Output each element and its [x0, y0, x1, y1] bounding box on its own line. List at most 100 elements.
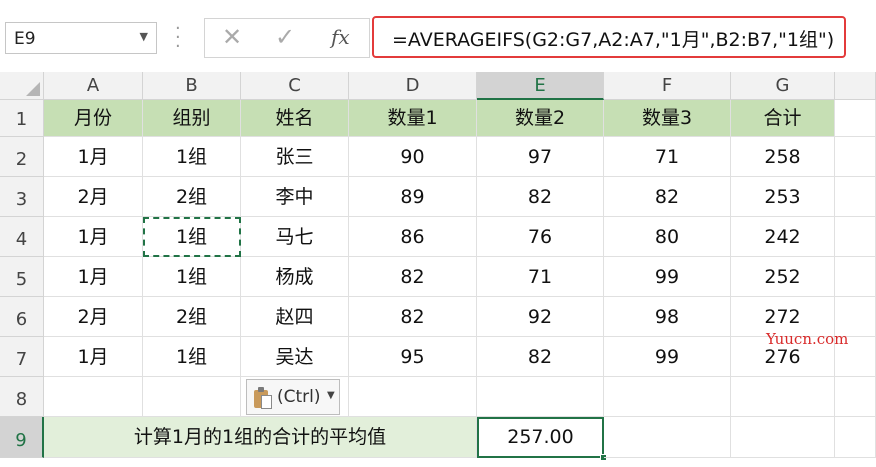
row-header-4[interactable]: 4 — [0, 217, 44, 257]
header-cell-d1[interactable]: 数量1 — [349, 100, 477, 137]
table-cell-d4[interactable]: 86 — [349, 217, 477, 257]
row-number[interactable]: 9 — [0, 430, 42, 451]
table-cell-f3[interactable]: 82 — [604, 177, 731, 217]
paste-options-button[interactable]: (Ctrl) ▼ — [246, 379, 340, 415]
empty-cell[interactable] — [44, 377, 143, 417]
table-cell-f5[interactable]: 99 — [604, 257, 731, 297]
empty-cell[interactable] — [477, 377, 604, 417]
column-header-g[interactable]: G — [731, 72, 835, 100]
row-header-9[interactable]: 9 — [0, 417, 44, 458]
column-header-a[interactable]: A — [44, 72, 143, 100]
chevron-down-icon[interactable]: ▼ — [327, 390, 335, 401]
row-header-3[interactable]: 3 — [0, 177, 44, 217]
enter-check-icon[interactable]: ✓ — [275, 23, 295, 51]
column-header-b[interactable]: B — [143, 72, 241, 100]
select-all-triangle-icon[interactable] — [26, 82, 40, 96]
column-header-d[interactable]: D — [349, 72, 477, 100]
formula-text[interactable]: =AVERAGEIFS(G2:G7,A2:A7,"1月",B2:B7,"1组") — [392, 25, 834, 52]
row-number[interactable]: 5 — [0, 269, 43, 290]
table-cell-e3[interactable]: 82 — [477, 177, 604, 217]
empty-cell[interactable] — [731, 377, 835, 417]
empty-cell[interactable] — [835, 377, 876, 417]
table-cell-b7[interactable]: 1组 — [143, 337, 241, 377]
empty-cell[interactable] — [835, 217, 876, 257]
select-all-corner[interactable] — [0, 72, 44, 100]
table-cell-d3[interactable]: 89 — [349, 177, 477, 217]
row-header-6[interactable]: 6 — [0, 297, 44, 337]
empty-cell[interactable] — [835, 100, 876, 137]
table-cell-c7[interactable]: 吴达 — [241, 337, 349, 377]
table-cell-a4[interactable]: 1月 — [44, 217, 143, 257]
table-cell-c2[interactable]: 张三 — [241, 137, 349, 177]
table-cell-g3[interactable]: 253 — [731, 177, 835, 217]
row-number[interactable]: 1 — [0, 109, 43, 130]
column-header-e[interactable]: E — [477, 72, 604, 100]
insert-function-icon[interactable]: fx — [331, 25, 350, 49]
table-cell-b2[interactable]: 1组 — [143, 137, 241, 177]
table-cell-g5[interactable]: 252 — [731, 257, 835, 297]
table-cell-d2[interactable]: 90 — [349, 137, 477, 177]
empty-cell[interactable] — [604, 377, 731, 417]
table-cell-a2[interactable]: 1月 — [44, 137, 143, 177]
table-cell-g4[interactable]: 242 — [731, 217, 835, 257]
header-cell-c1[interactable]: 姓名 — [241, 100, 349, 137]
table-cell-f6[interactable]: 98 — [604, 297, 731, 337]
row-header-1[interactable]: 1 — [0, 100, 44, 137]
header-cell-b1[interactable]: 组别 — [143, 100, 241, 137]
empty-cell[interactable] — [349, 377, 477, 417]
name-box[interactable]: E9 ▼ — [5, 22, 157, 54]
table-cell-g2[interactable]: 258 — [731, 137, 835, 177]
table-cell-b6[interactable]: 2组 — [143, 297, 241, 337]
row-header-7[interactable]: 7 — [0, 337, 44, 377]
cancel-icon[interactable]: ✕ — [222, 23, 242, 51]
formula-input[interactable]: =AVERAGEIFS(G2:G7,A2:A7,"1月",B2:B7,"1组") — [372, 16, 846, 58]
table-cell-c4[interactable]: 马七 — [241, 217, 349, 257]
row-number[interactable]: 4 — [0, 229, 43, 250]
row-number[interactable]: 2 — [0, 149, 43, 170]
header-cell-a1[interactable]: 月份 — [44, 100, 143, 137]
table-cell-c6[interactable]: 赵四 — [241, 297, 349, 337]
column-header-f[interactable]: F — [604, 72, 731, 100]
table-cell-a6[interactable]: 2月 — [44, 297, 143, 337]
table-cell-c3[interactable]: 李中 — [241, 177, 349, 217]
table-cell-e6[interactable]: 92 — [477, 297, 604, 337]
table-cell-a7[interactable]: 1月 — [44, 337, 143, 377]
table-cell-e2[interactable]: 97 — [477, 137, 604, 177]
empty-cell[interactable] — [835, 417, 876, 458]
header-cell-e1[interactable]: 数量2 — [477, 100, 604, 137]
empty-cell[interactable] — [835, 257, 876, 297]
table-cell-f7[interactable]: 99 — [604, 337, 731, 377]
row-number[interactable]: 7 — [0, 349, 43, 370]
empty-cell[interactable] — [604, 417, 731, 458]
table-cell-d5[interactable]: 82 — [349, 257, 477, 297]
drag-handle-icon[interactable]: · · · — [175, 20, 181, 56]
table-cell-f2[interactable]: 71 — [604, 137, 731, 177]
table-cell-d7[interactable]: 95 — [349, 337, 477, 377]
summary-result-cell[interactable]: 257.00 — [477, 417, 604, 458]
name-box-value[interactable]: E9 — [14, 29, 36, 49]
table-cell-d6[interactable]: 82 — [349, 297, 477, 337]
table-cell-b3[interactable]: 2组 — [143, 177, 241, 217]
row-number[interactable]: 6 — [0, 309, 43, 330]
row-number[interactable]: 8 — [0, 389, 43, 410]
table-cell-e4[interactable]: 76 — [477, 217, 604, 257]
table-cell-c5[interactable]: 杨成 — [241, 257, 349, 297]
column-header-c[interactable]: C — [241, 72, 349, 100]
row-number[interactable]: 3 — [0, 189, 43, 210]
table-cell-b5[interactable]: 1组 — [143, 257, 241, 297]
clipboard-icon[interactable] — [254, 387, 272, 409]
header-cell-f1[interactable]: 数量3 — [604, 100, 731, 137]
row-header-5[interactable]: 5 — [0, 257, 44, 297]
empty-cell[interactable] — [731, 417, 835, 458]
paste-options-label[interactable]: (Ctrl) — [277, 387, 321, 407]
empty-cell[interactable] — [835, 177, 876, 217]
chevron-down-icon[interactable]: ▼ — [140, 30, 148, 43]
table-cell-a5[interactable]: 1月 — [44, 257, 143, 297]
empty-cell[interactable] — [143, 377, 241, 417]
empty-cell[interactable] — [835, 137, 876, 177]
row-header-2[interactable]: 2 — [0, 137, 44, 177]
summary-label-cell[interactable]: 计算1月的1组的合计的平均值 — [44, 417, 477, 458]
header-cell-g1[interactable]: 合计 — [731, 100, 835, 137]
table-cell-e5[interactable]: 71 — [477, 257, 604, 297]
table-cell-e7[interactable]: 82 — [477, 337, 604, 377]
